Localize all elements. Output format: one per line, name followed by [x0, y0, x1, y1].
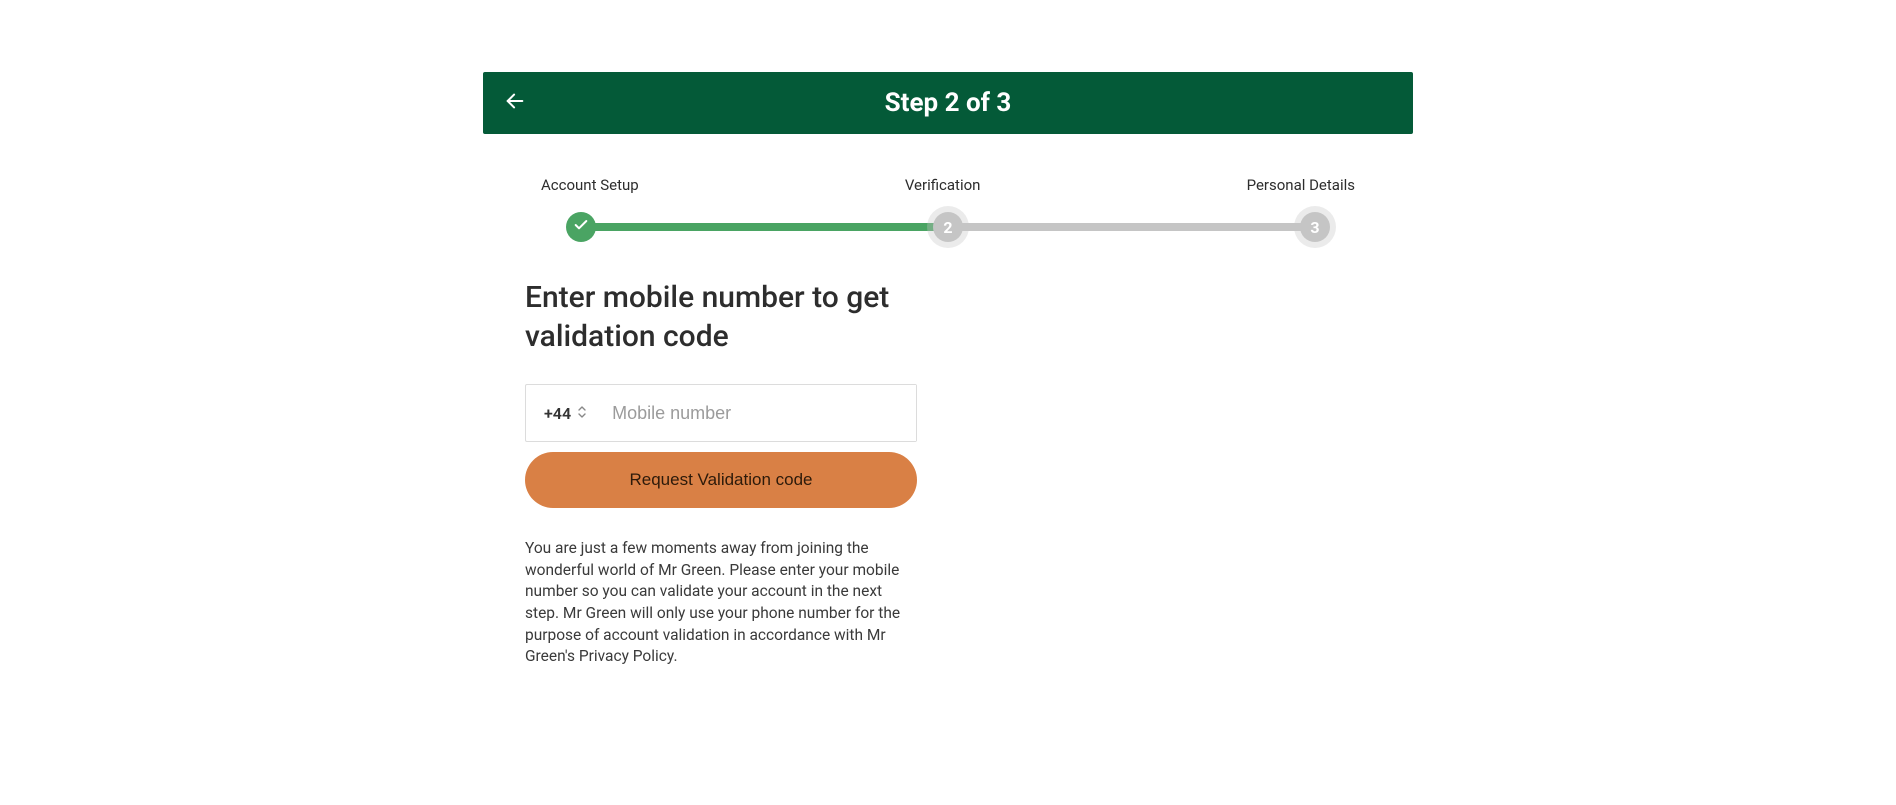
step-label-verification: Verification	[905, 176, 981, 194]
mobile-number-input[interactable]	[598, 385, 916, 441]
progress-bar-fill	[581, 223, 948, 231]
country-code-value: +44	[544, 404, 571, 423]
form-heading: Enter mobile number to get validation co…	[525, 278, 945, 356]
form-section: Enter mobile number to get validation co…	[483, 278, 1413, 668]
step-node-3-future: 3	[1300, 212, 1330, 242]
request-validation-button[interactable]: Request Validation code	[525, 452, 917, 508]
phone-input-group: +44	[525, 384, 917, 442]
step-label-personal-details: Personal Details	[1247, 176, 1355, 194]
step-node-1-done	[566, 212, 596, 242]
step-header: Step 2 of 3	[483, 72, 1413, 134]
sort-icon	[577, 405, 587, 421]
check-icon	[573, 217, 589, 237]
page-title: Step 2 of 3	[885, 88, 1012, 118]
progress-stepper: Account Setup Verification Personal Deta…	[483, 176, 1413, 242]
info-paragraph: You are just a few moments away from joi…	[525, 538, 917, 668]
back-button[interactable]	[503, 91, 527, 115]
arrow-left-icon	[504, 90, 526, 116]
country-code-select[interactable]: +44	[526, 385, 598, 441]
step-node-2-current: 2	[933, 212, 963, 242]
step-label-account-setup: Account Setup	[541, 176, 639, 194]
